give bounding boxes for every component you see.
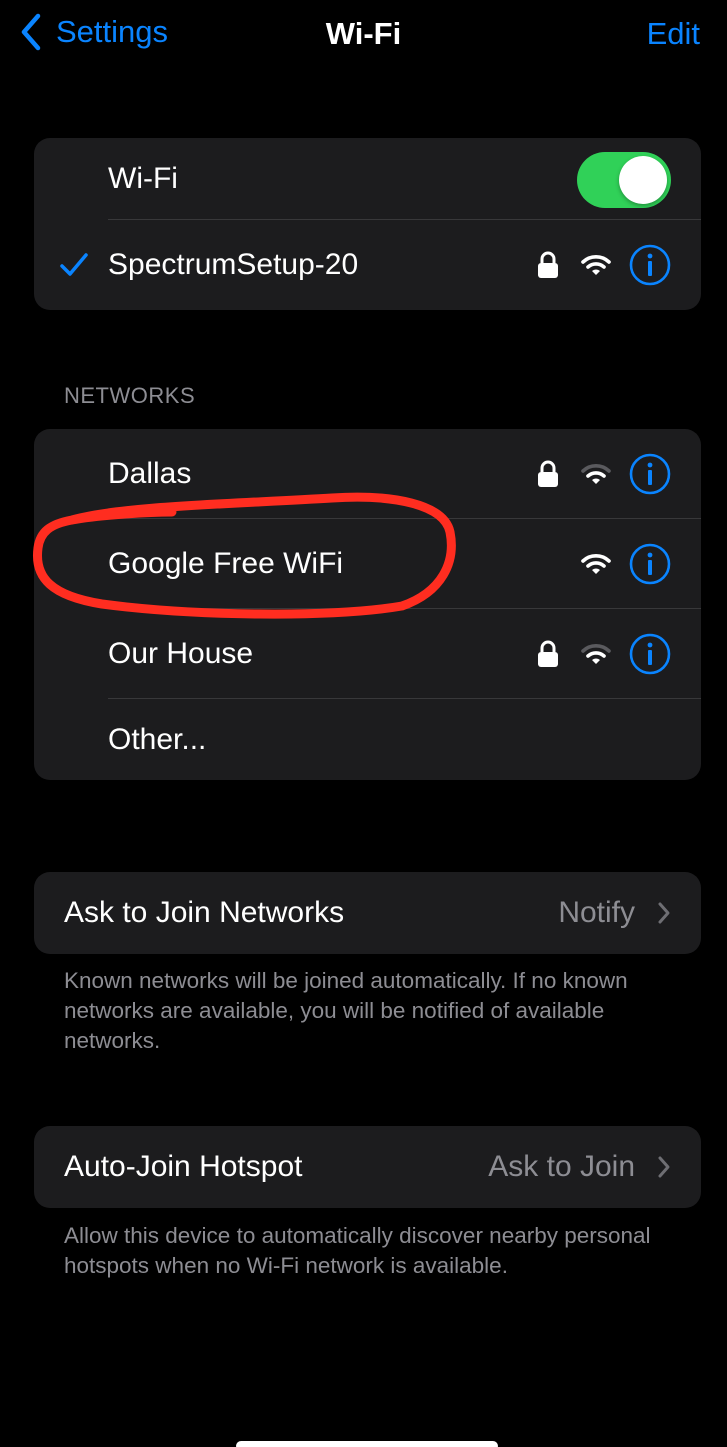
auto-join-value: Ask to Join [488, 1150, 635, 1183]
chevron-right-icon [658, 1156, 670, 1178]
network-name: Dallas [108, 457, 192, 490]
lock-icon [538, 640, 558, 667]
auto-join-footnote: Allow this device to automatically disco… [64, 1223, 651, 1278]
connected-network-row[interactable]: SpectrumSetup-20 [34, 220, 701, 310]
networks-list: Dallas Google Free WiFi Our House Other.… [34, 429, 701, 780]
network-status-icons [537, 429, 671, 519]
checkmark-icon [60, 253, 88, 276]
network-name: Google Free WiFi [108, 547, 344, 580]
auto-join-row[interactable]: Auto-Join Hotspot Ask to Join [34, 1126, 701, 1208]
navigation-bar: Settings Wi-Fi Edit [0, 0, 727, 70]
network-status-icons [537, 609, 671, 699]
wifi-toggle-label: Wi-Fi [108, 162, 178, 195]
wifi-settings-screen: Settings Wi-Fi Edit Wi-Fi SpectrumSetup-… [0, 0, 727, 1447]
ask-to-join-label: Ask to Join Networks [64, 896, 345, 929]
ask-to-join-card: Ask to Join Networks Notify [34, 872, 701, 954]
edit-button[interactable]: Edit [647, 14, 700, 54]
wifi-toggle-row: Wi-Fi [34, 138, 701, 220]
networks-section-header: NETWORKS [64, 383, 196, 408]
lock-icon [538, 460, 558, 487]
connected-network-name: SpectrumSetup-20 [108, 248, 359, 281]
info-icon[interactable] [629, 453, 671, 495]
network-row-other[interactable]: Other... [34, 699, 701, 780]
chevron-right-icon [658, 902, 670, 924]
auto-join-label: Auto-Join Hotspot [64, 1150, 303, 1183]
wifi-signal-icon [581, 644, 611, 664]
network-row-our-house[interactable]: Our House [34, 609, 701, 699]
toggle-knob [619, 156, 667, 204]
wifi-signal-icon [581, 554, 611, 574]
ask-to-join-value: Notify [558, 896, 635, 929]
wifi-toggle[interactable] [577, 152, 671, 208]
network-name: Our House [108, 637, 254, 670]
page-title: Wi-Fi [325, 16, 402, 51]
network-row-google-free-wifi[interactable]: Google Free WiFi [34, 519, 701, 609]
info-icon[interactable] [629, 543, 671, 585]
wifi-signal-icon [581, 255, 611, 275]
auto-join-card: Auto-Join Hotspot Ask to Join [34, 1126, 701, 1208]
home-indicator [236, 1441, 498, 1447]
wifi-card: Wi-Fi SpectrumSetup-20 [34, 138, 701, 310]
network-name: Other... [108, 723, 207, 756]
network-row-dallas[interactable]: Dallas [34, 429, 701, 519]
ask-to-join-footnote: Known networks will be joined automatica… [64, 968, 628, 1053]
info-icon[interactable] [629, 633, 671, 675]
network-status-icons [581, 519, 671, 609]
info-icon[interactable] [629, 244, 671, 286]
ask-to-join-row[interactable]: Ask to Join Networks Notify [34, 872, 701, 954]
lock-icon [538, 251, 558, 278]
wifi-signal-icon [581, 464, 611, 484]
network-status-icons [537, 220, 671, 310]
